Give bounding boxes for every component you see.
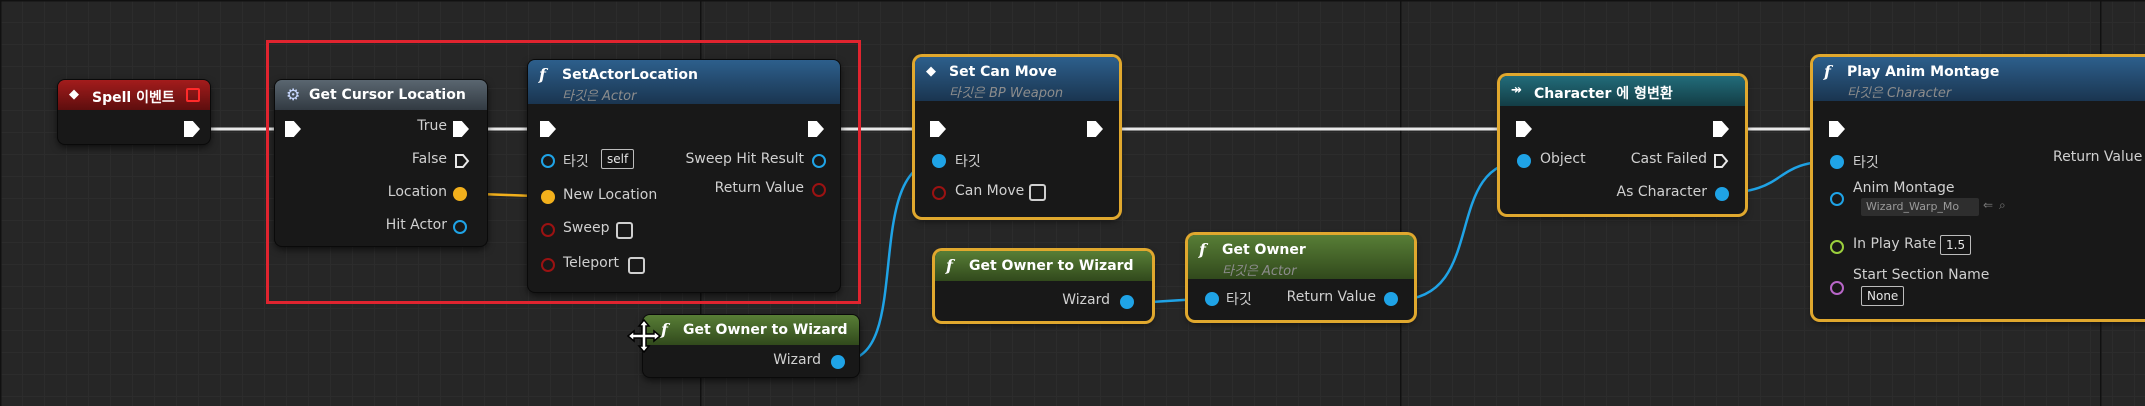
play-anim-montage-node[interactable]: f Play Anim Montage 타깃은 Character 타깃 Ret… (1813, 57, 2145, 319)
anim-montage-dropdown[interactable]: Wizard_Warp_Mo (1861, 198, 1979, 216)
gow1-node-header[interactable]: f Get Owner to Wizard (935, 251, 1152, 281)
wizard-output-pin[interactable] (831, 355, 845, 369)
function-icon: f (1824, 62, 1831, 81)
target-pin[interactable] (1830, 155, 1844, 169)
can-move-checkbox[interactable] (1029, 184, 1046, 201)
exec-in-pin[interactable] (1516, 121, 1532, 137)
exec-in-pin[interactable] (930, 121, 946, 137)
setcanmove-node-title: Set Can Move (949, 64, 1057, 80)
anim-montage-label: Anim Montage (1853, 180, 1955, 196)
getowner-node-header[interactable]: f Get Owner 타깃은 Actor (1188, 235, 1414, 279)
event-node[interactable]: ◆ Spell 이벤트 (58, 80, 210, 144)
set-can-move-node[interactable]: ◆ Set Can Move 타깃은 BP Weapon 타깃 Can Move (915, 57, 1119, 217)
cast-to-character-node[interactable]: ↠ Character 에 형변환 Object Cast Failed As … (1500, 76, 1745, 214)
montage-node-subtitle: 타깃은 Character (1847, 86, 1952, 101)
function-icon: f (1199, 240, 1206, 259)
use-asset-arrow-icon[interactable]: ⇐ (1983, 198, 1993, 212)
getowner-node-title: Get Owner (1222, 242, 1306, 258)
return-value-label: Return Value (1286, 289, 1376, 305)
in-play-rate-pin[interactable] (1830, 240, 1844, 254)
function-icon: f (946, 256, 953, 275)
start-section-pin[interactable] (1830, 281, 1844, 295)
event-delegate-icon[interactable] (186, 88, 200, 102)
setter-icon: ◆ (926, 64, 936, 79)
as-character-pin[interactable] (1715, 187, 1729, 201)
object-label: Object (1540, 151, 1586, 167)
gow2-node-header[interactable]: f Get Owner to Wizard (643, 315, 859, 345)
exec-out-pin[interactable] (1713, 121, 1729, 137)
target-pin[interactable] (1205, 292, 1219, 306)
cast-node-header[interactable]: ↠ Character 에 형변환 (1500, 76, 1745, 106)
wizard-output-label: Wizard (773, 352, 821, 368)
target-pin[interactable] (932, 154, 946, 168)
target-label: 타깃 (955, 154, 981, 170)
exec-out-pin[interactable] (1087, 121, 1103, 137)
exec-in-pin[interactable] (1829, 121, 1845, 137)
return-value-pin[interactable] (1384, 292, 1398, 306)
move-cursor-icon (626, 318, 662, 354)
start-section-field[interactable]: None (1861, 286, 1905, 306)
cast-node-title: Character 에 형변환 (1534, 86, 1673, 102)
wizard-output-pin[interactable] (1120, 295, 1134, 309)
get-owner-node[interactable]: f Get Owner 타깃은 Actor 타깃 Return Value (1188, 235, 1414, 320)
cast-icon: ↠ (1511, 83, 1522, 98)
event-node-title: Spell 이벤트 (92, 90, 175, 106)
can-move-label: Can Move (955, 183, 1025, 199)
object-pin[interactable] (1517, 154, 1531, 168)
setcanmove-node-subtitle: 타깃은 BP Weapon (949, 86, 1064, 101)
montage-node-title: Play Anim Montage (1847, 64, 2000, 80)
gow2-node-title: Get Owner to Wizard (683, 322, 848, 338)
get-owner-to-wizard-node-1[interactable]: f Get Owner to Wizard Wizard (935, 251, 1152, 321)
setcanmove-node-header[interactable]: ◆ Set Can Move 타깃은 BP Weapon (915, 57, 1119, 101)
getowner-node-subtitle: 타깃은 Actor (1222, 264, 1297, 279)
montage-node-header[interactable]: f Play Anim Montage 타깃은 Character (1813, 57, 2145, 101)
in-play-rate-field[interactable]: 1.5 (1940, 235, 1972, 255)
wizard-output-label: Wizard (1062, 292, 1110, 308)
annotation-box (266, 40, 861, 304)
get-owner-to-wizard-node-2[interactable]: f Get Owner to Wizard Wizard (643, 315, 859, 377)
cast-failed-exec-pin[interactable] (1713, 153, 1729, 169)
as-character-label: As Character (1616, 184, 1707, 200)
can-move-pin[interactable] (932, 186, 946, 200)
target-label: 타깃 (1226, 292, 1252, 308)
in-play-rate-label: In Play Rate (1853, 236, 1937, 252)
event-diamond-icon: ◆ (69, 87, 79, 102)
target-label: 타깃 (1853, 155, 1879, 171)
event-node-header[interactable]: ◆ Spell 이벤트 (58, 80, 210, 110)
browse-search-icon[interactable]: ⌕ (1999, 198, 2006, 213)
start-section-label: Start Section Name (1853, 267, 1990, 283)
exec-out-pin[interactable] (184, 121, 200, 137)
gow1-node-title: Get Owner to Wizard (969, 258, 1134, 274)
function-icon: f (661, 320, 668, 339)
cast-failed-label: Cast Failed (1630, 151, 1707, 167)
anim-montage-pin[interactable] (1830, 192, 1844, 206)
return-value-label: Return Value (2053, 149, 2143, 165)
